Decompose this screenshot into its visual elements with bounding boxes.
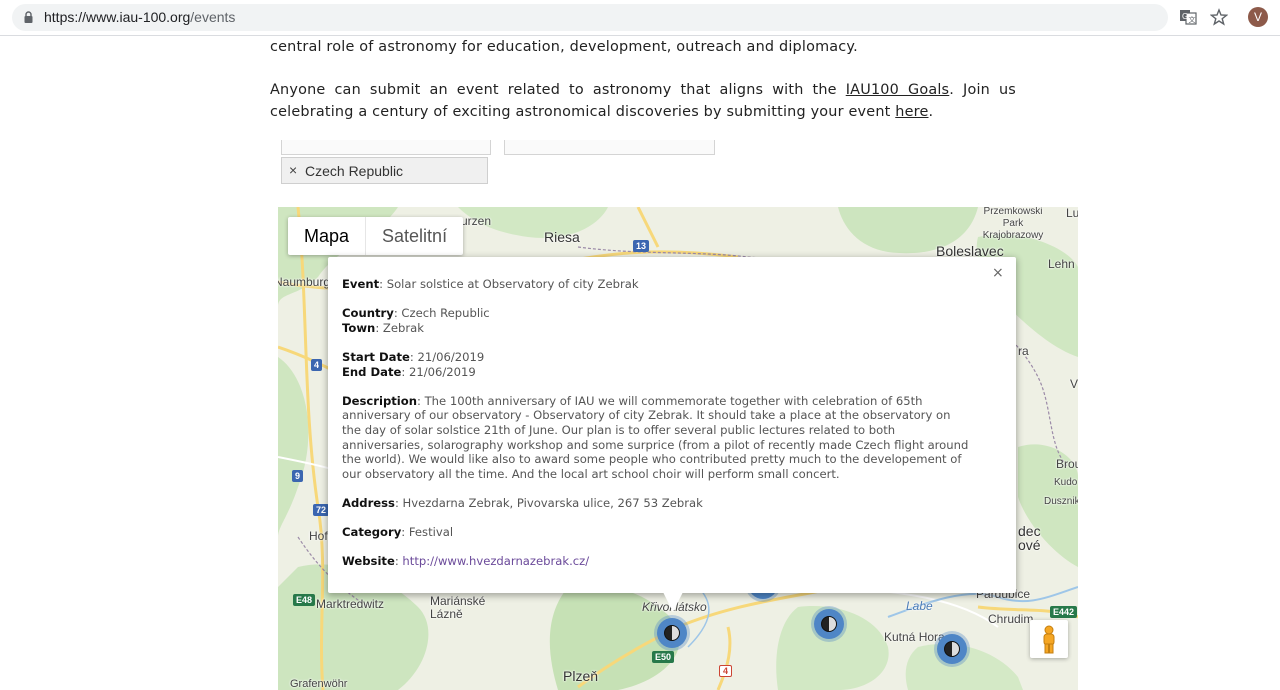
iau100-goals-link[interactable]: IAU100 Goals	[846, 82, 950, 98]
remove-tag-icon[interactable]: ×	[289, 162, 297, 178]
event-marker[interactable]	[657, 618, 687, 648]
place-label: Kutná Hora	[884, 630, 945, 644]
moon-phase-icon	[944, 641, 960, 657]
place-label: Riesa	[544, 229, 580, 245]
place-label: Brou	[1056, 457, 1078, 471]
road-shield: 9	[292, 470, 304, 482]
event-website-link[interactable]: http://www.hvezdarnazebrak.cz/	[402, 554, 589, 568]
country-filter-tag: × Czech Republic	[281, 157, 488, 184]
place-label: Hof	[309, 529, 328, 543]
event-start-date: 21/06/2019	[417, 349, 485, 364]
place-label: V	[1070, 377, 1078, 391]
event-address: Hvezdarna Zebrak, Pivovarska ulice, 267 …	[402, 495, 703, 510]
place-label: Przemkowski Park Krajobrazowy	[982, 207, 1044, 241]
intro-text: Anyone can submit an event related to as…	[270, 82, 846, 98]
svg-text:文: 文	[1189, 15, 1196, 24]
place-label: Chrudim	[988, 612, 1034, 626]
place-label: Marktredwitz	[316, 597, 385, 611]
event-marker[interactable]	[937, 634, 967, 664]
moon-phase-icon	[821, 616, 837, 632]
intro-line: central role of astronomy for education,…	[270, 39, 858, 55]
road-shield: 4	[311, 359, 323, 371]
address-label: Address	[342, 495, 395, 510]
browser-toolbar: https://www.iau-100.org/events G 文 V	[0, 0, 1280, 36]
event-description: The 100th anniversary of IAU we will com…	[342, 393, 969, 481]
river-label: Labe	[906, 599, 933, 613]
place-label: Kudo	[1054, 477, 1078, 488]
intro-paragraph-1: central role of astronomy for education,…	[270, 37, 1016, 59]
start-date-label: Start Date	[342, 349, 410, 364]
map-type-satellite-button[interactable]: Satelitní	[366, 217, 463, 255]
road-shield: E442	[1050, 606, 1078, 618]
translate-icon[interactable]: G 文	[1179, 8, 1197, 26]
event-info-window: × Event: Solar solstice at Observatory o…	[328, 257, 1016, 593]
place-label: Mariánské Lázně	[430, 594, 486, 621]
url-text[interactable]: https://www.iau-100.org/events	[44, 9, 235, 25]
road-shield: 4	[719, 665, 733, 677]
event-town: Zebrak	[382, 320, 424, 335]
place-label: Naumburg	[278, 275, 331, 289]
close-icon[interactable]: ×	[992, 265, 1004, 281]
place-label: Grafenwöhr	[290, 678, 348, 690]
place-label: urzen	[461, 214, 492, 228]
svg-text:G: G	[1182, 12, 1188, 21]
event-country: Czech Republic	[401, 306, 490, 321]
map-type-control: Mapa Satelitní	[288, 217, 464, 255]
website-label: Website	[342, 554, 395, 569]
profile-avatar[interactable]: V	[1248, 7, 1268, 27]
event-marker[interactable]	[814, 609, 844, 639]
place-label: ové	[1018, 537, 1041, 553]
url-host: https://www.iau-100.org	[44, 9, 191, 25]
category-label: Category	[342, 525, 402, 540]
intro-text: .	[928, 103, 934, 120]
place-label: Plzeň	[563, 668, 599, 684]
place-label: Dusznik	[1044, 496, 1078, 507]
place-label: Lehn	[1048, 257, 1075, 271]
town-label: Town	[342, 320, 376, 335]
event-label: Event	[342, 277, 380, 291]
place-label: ra	[1018, 344, 1029, 358]
event-details: Event: Solar solstice at Observatory of …	[342, 277, 969, 569]
description-label: Description	[342, 393, 417, 408]
place-label: Lu	[1066, 207, 1078, 220]
road-shield: E50	[652, 651, 675, 663]
info-window-pointer	[663, 592, 683, 612]
road-shield: 72	[313, 504, 330, 516]
star-bookmark-icon[interactable]	[1210, 8, 1228, 26]
road-shield: E48	[293, 594, 316, 606]
street-view-button[interactable]	[1030, 620, 1068, 658]
lock-icon	[24, 11, 33, 23]
country-label: Country	[342, 306, 394, 321]
category-filter-select[interactable]	[504, 140, 715, 155]
moon-phase-icon	[664, 625, 680, 641]
intro-paragraph-2: Anyone can submit an event related to as…	[270, 80, 1016, 123]
event-category: Festival	[408, 525, 454, 540]
road-shield: 13	[633, 240, 650, 252]
map-type-map-button[interactable]: Mapa	[288, 217, 367, 255]
pegman-icon	[1043, 625, 1055, 654]
event-end-date: 21/06/2019	[408, 364, 476, 379]
event-name: Solar solstice at Observatory of city Ze…	[386, 277, 639, 291]
submit-here-link[interactable]: here	[895, 104, 928, 120]
country-tag-label: Czech Republic	[305, 163, 404, 179]
url-path: /events	[190, 9, 236, 25]
end-date-label: End Date	[342, 364, 402, 379]
country-filter-select[interactable]	[281, 140, 491, 155]
